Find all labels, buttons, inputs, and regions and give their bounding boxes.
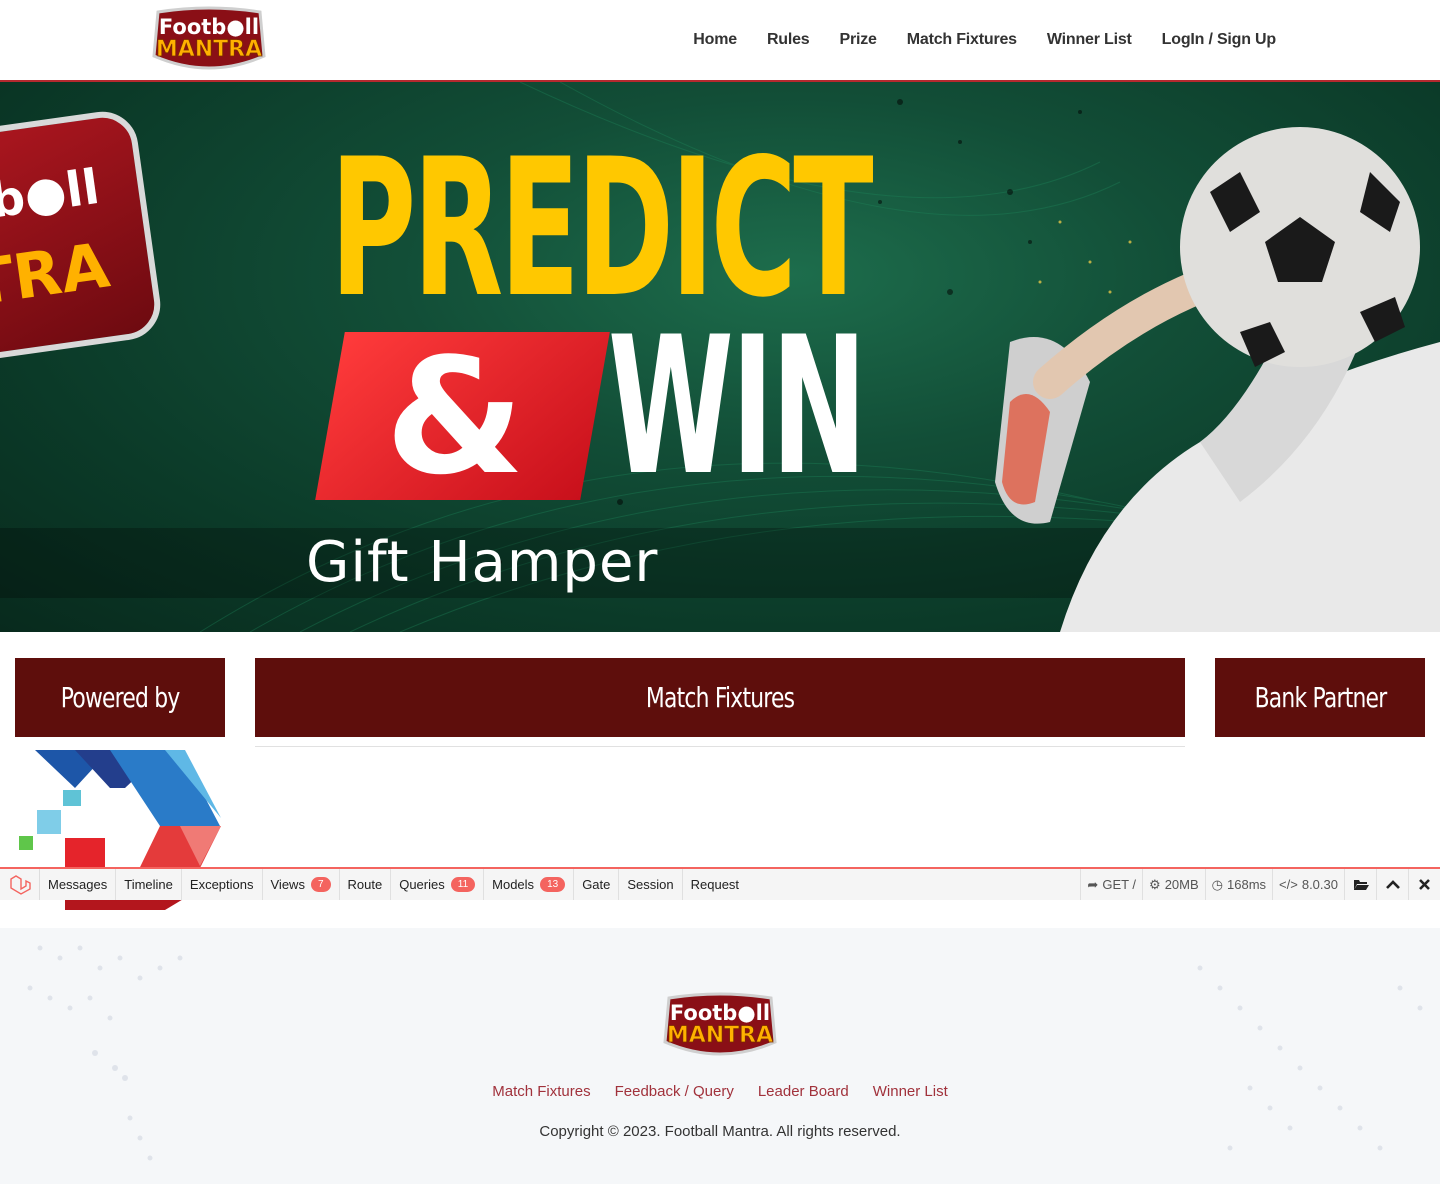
debug-tab-label: Route xyxy=(347,877,383,892)
footer-link-winner-list[interactable]: Winner List xyxy=(873,1083,948,1100)
main-nav: Home Rules Prize Match Fixtures Winner L… xyxy=(693,0,1276,80)
debug-tab-label: Views xyxy=(270,877,305,892)
debug-count-badge: 7 xyxy=(310,877,331,892)
debug-tab-label: Session xyxy=(627,877,674,892)
site-footer: Footb●ll MANTRA Match Fixtures Feedback … xyxy=(0,928,1440,1184)
match-fixtures-heading: Match Fixtures xyxy=(255,658,1185,737)
site-header: Footb●ll MANTRA Home Rules Prize Match F… xyxy=(0,0,1440,82)
debug-tab-exceptions[interactable]: Exceptions xyxy=(182,869,263,900)
debug-tab-queries[interactable]: Queries 11 xyxy=(391,869,485,900)
debug-method-text: GET / xyxy=(1102,877,1137,892)
copyright-text: Copyright © 2023. Football Mantra. All r… xyxy=(539,1123,901,1140)
debug-tab-label: Gate xyxy=(582,877,611,892)
bank-partner-heading: Bank Partner xyxy=(1215,658,1425,737)
clock-icon: ◷ xyxy=(1211,876,1224,892)
svg-text:Footb●ll: Footb●ll xyxy=(670,1001,770,1025)
debug-tab-session[interactable]: Session xyxy=(619,869,683,900)
nav-rules[interactable]: Rules xyxy=(767,31,810,49)
fixtures-divider xyxy=(255,746,1185,747)
debug-bar: Messages Timeline Exceptions Views 7 Rout… xyxy=(0,867,1440,900)
nav-prize[interactable]: Prize xyxy=(840,31,877,49)
debug-tab-label: Models xyxy=(492,877,535,892)
code-icon: </> xyxy=(1279,877,1298,892)
debug-memory-text: 20MB xyxy=(1164,877,1199,892)
powered-by-heading-text: Powered by xyxy=(60,681,181,714)
debug-tab-request[interactable]: Request xyxy=(683,869,747,900)
debug-spacer xyxy=(747,869,1080,900)
match-fixtures-heading-text: Match Fixtures xyxy=(645,681,795,714)
hero-badge-top: b●ll xyxy=(0,158,103,230)
close-icon[interactable] xyxy=(1408,869,1440,900)
nav-login-signup[interactable]: LogIn / Sign Up xyxy=(1162,31,1277,49)
svg-text:Footb●ll: Footb●ll xyxy=(159,15,259,39)
nav-match-fixtures[interactable]: Match Fixtures xyxy=(907,31,1017,49)
hero-badge-bottom: TRA xyxy=(0,228,114,320)
debug-tab-label: Queries xyxy=(399,877,445,892)
footer-logo[interactable]: Footb●ll MANTRA xyxy=(659,990,781,1062)
debug-version: </> 8.0.30 xyxy=(1272,869,1344,900)
footer-link-match-fixtures[interactable]: Match Fixtures xyxy=(492,1083,590,1100)
svg-text:MANTRA: MANTRA xyxy=(667,1023,773,1048)
debug-count-badge: 11 xyxy=(450,877,476,892)
hero-ampersand: & xyxy=(385,323,525,510)
hero-subtitle: Gift Hamper xyxy=(306,530,659,595)
debug-time: ◷ 168ms xyxy=(1204,869,1272,900)
debug-tab-models[interactable]: Models 13 xyxy=(484,869,575,900)
debug-tab-route[interactable]: Route xyxy=(340,869,392,900)
chevron-up-icon[interactable] xyxy=(1376,869,1408,900)
footer-link-feedback[interactable]: Feedback / Query xyxy=(615,1083,734,1100)
debug-count-badge: 13 xyxy=(540,877,566,892)
football-mantra-logo[interactable]: Footb●ll MANTRA xyxy=(148,4,270,76)
svg-text:MANTRA: MANTRA xyxy=(156,37,262,62)
bank-partner-heading-text: Bank Partner xyxy=(1254,681,1387,714)
debug-tab-gate[interactable]: Gate xyxy=(574,869,620,900)
debug-tab-messages[interactable]: Messages xyxy=(40,869,117,900)
debug-request-method[interactable]: ➦ GET / xyxy=(1080,869,1142,900)
cogs-icon: ⚙ xyxy=(1149,876,1161,892)
nav-winner-list[interactable]: Winner List xyxy=(1047,31,1132,49)
debug-tab-label: Messages xyxy=(48,877,108,892)
debug-tab-label: Timeline xyxy=(124,877,173,892)
folder-open-icon[interactable] xyxy=(1344,869,1376,900)
debug-tab-label: Exceptions xyxy=(189,877,254,892)
debug-tab-views[interactable]: Views 7 xyxy=(263,869,340,900)
debug-tab-timeline[interactable]: Timeline xyxy=(116,869,182,900)
hero-banner: b●ll TRA PREDICT & WIN Gift Hamper xyxy=(0,82,1440,632)
debug-memory: ⚙ 20MB xyxy=(1142,869,1205,900)
powered-by-heading: Powered by xyxy=(15,658,225,737)
nav-home[interactable]: Home xyxy=(693,31,737,49)
debug-tab-label: Request xyxy=(690,877,740,892)
hero-win-text: WIN xyxy=(608,296,867,517)
debug-time-text: 168ms xyxy=(1227,877,1267,892)
laravel-icon[interactable] xyxy=(0,869,40,900)
goalkeeper-image xyxy=(995,127,1440,632)
footer-link-leader-board[interactable]: Leader Board xyxy=(758,1083,849,1100)
share-icon: ➦ xyxy=(1087,876,1099,892)
debug-version-text: 8.0.30 xyxy=(1301,877,1338,892)
footer-links: Match Fixtures Feedback / Query Leader B… xyxy=(0,1083,1440,1100)
